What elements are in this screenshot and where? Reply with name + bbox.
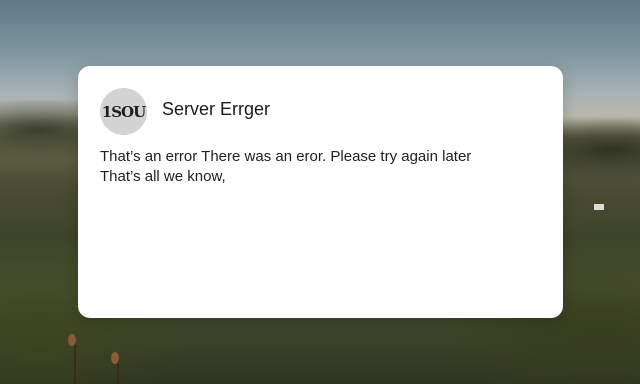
dialog-title: Server Errger xyxy=(162,99,271,119)
background-house xyxy=(594,204,604,210)
foreground-plant xyxy=(74,340,76,384)
foreground-plant-bud xyxy=(68,334,76,346)
error-message: That’s an error There was an eror. Pleas… xyxy=(100,147,550,187)
error-logo-icon: 1SOU xyxy=(100,88,147,135)
foreground-plant-bud xyxy=(111,352,119,364)
logo-text: 1SOU xyxy=(101,102,146,121)
error-message-line: That’s an error There was an eror. Pleas… xyxy=(100,148,472,165)
error-dialog-card: 1SOU Server Errger That’s an error There… xyxy=(78,66,563,318)
error-message-line: That’s all we know, xyxy=(100,168,226,185)
